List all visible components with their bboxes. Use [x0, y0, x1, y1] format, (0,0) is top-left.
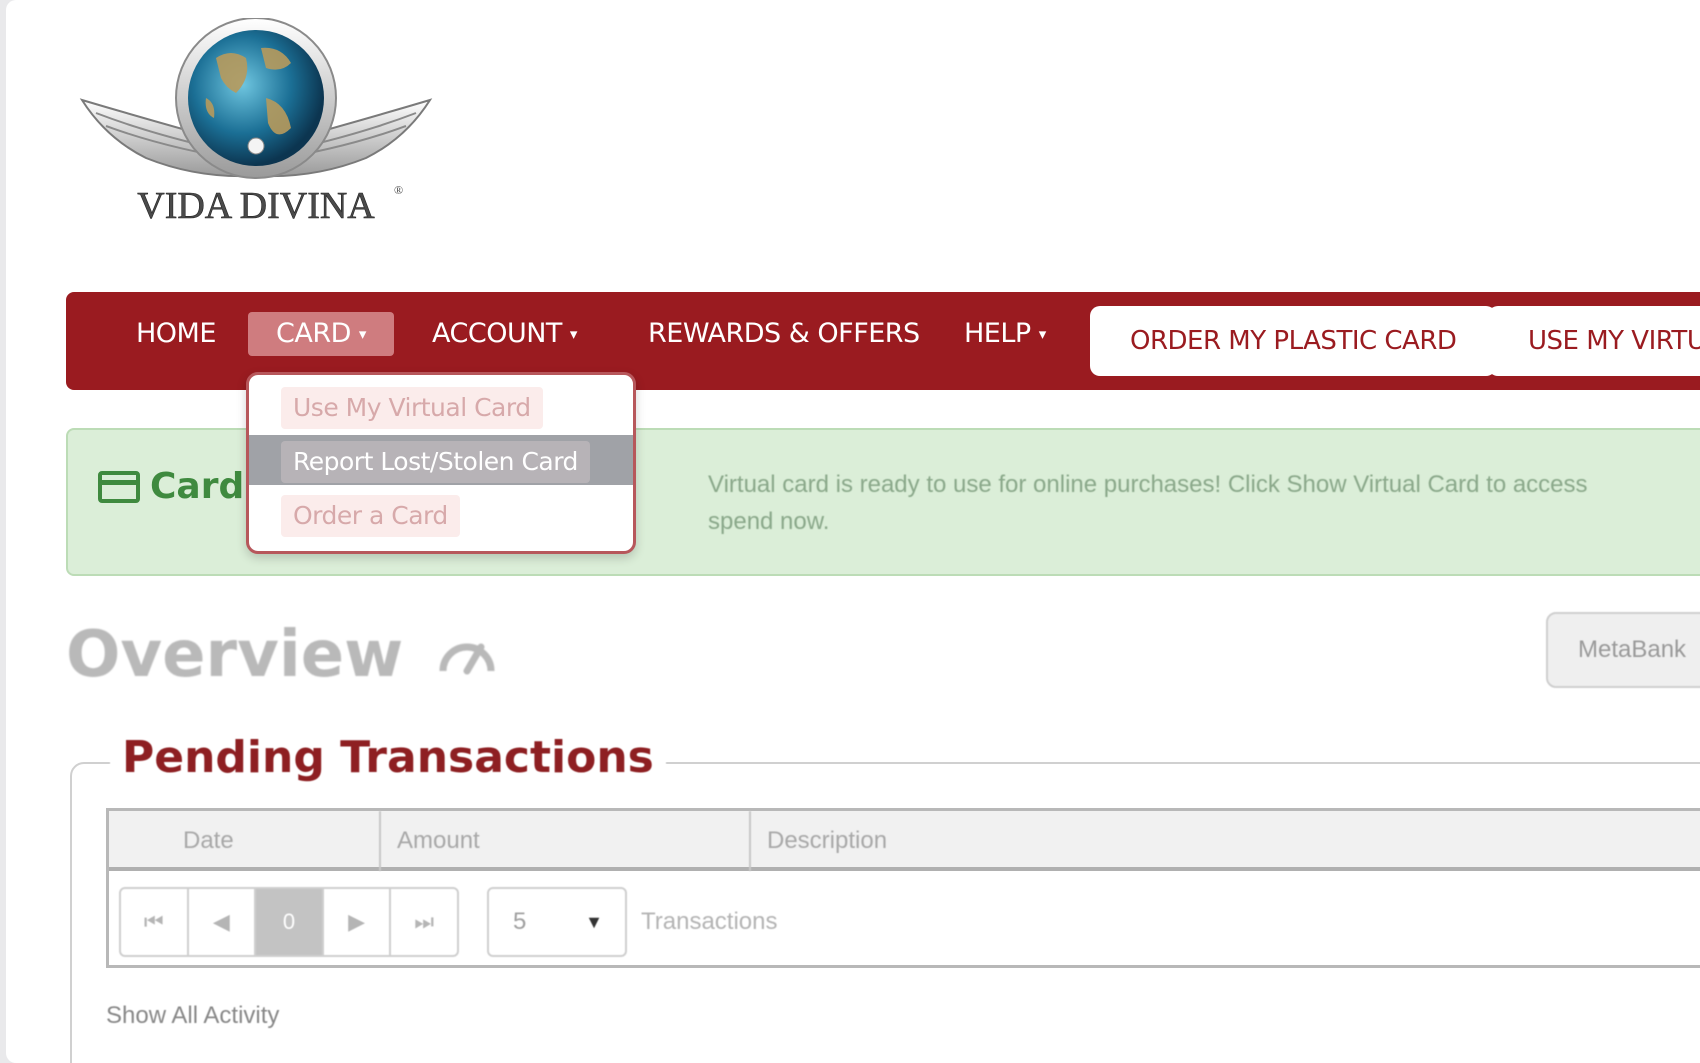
alert-message: Virtual card is ready to use for online … [708, 466, 1700, 540]
alert-title-label: Card [150, 466, 245, 507]
page-size-value: 5 [513, 908, 527, 935]
current-page[interactable]: 0 [256, 889, 324, 955]
page-size-select[interactable]: 5 ▼ [487, 887, 627, 957]
menu-item-label: Report Lost/Stolen Card [281, 441, 590, 483]
chevron-down-icon: ▾ [1038, 325, 1047, 343]
last-page-icon[interactable]: ⏭ [391, 889, 457, 955]
menu-item-label: Order a Card [281, 495, 460, 537]
nav-account-label: ACCOUNT [432, 318, 562, 349]
metabank-button[interactable]: MetaBank [1546, 612, 1700, 688]
table-pager: ⏮ ◀ 0 ▶ ⏭ [119, 887, 459, 957]
card-dropdown-menu: Use My Virtual Card Report Lost/Stolen C… [246, 372, 636, 554]
nav-help[interactable]: HELP ▾ [958, 312, 1052, 356]
nav-home-label: HOME [136, 318, 216, 349]
prev-page-icon[interactable]: ◀ [189, 889, 257, 955]
show-all-activity-link[interactable]: Show All Activity [106, 1002, 279, 1030]
nav-card-label: CARD [276, 318, 351, 349]
menu-item-order-card[interactable]: Order a Card [249, 489, 633, 539]
logo-wordmark: VIDA DIVINA [137, 185, 375, 227]
column-header-date[interactable]: Date [109, 811, 381, 871]
nav-rewards-label: REWARDS & OFFERS [648, 318, 920, 349]
dropdown-arrow-icon: ▼ [585, 912, 603, 932]
next-page-icon[interactable]: ▶ [324, 889, 392, 955]
chevron-down-icon: ▾ [569, 325, 578, 343]
nav-help-label: HELP [964, 318, 1031, 349]
credit-card-icon [98, 470, 140, 503]
table-header: Date Amount Description [109, 811, 1700, 871]
registered-mark: ® [394, 183, 403, 197]
page: VIDA DIVINA ® HOME CARD ▾ ACCOUNT ▾ REWARD… [6, 0, 1700, 1063]
alert-title: Card [98, 466, 244, 507]
nav-home[interactable]: HOME [130, 312, 222, 356]
gauge-icon [439, 643, 495, 675]
page-size-label: Transactions [641, 908, 778, 935]
alert-message-line2: spend now. [708, 508, 830, 535]
order-plastic-card-button[interactable]: ORDER MY PLASTIC CARD [1090, 306, 1497, 376]
pending-transactions-table: Date Amount Description ⏮ ◀ 0 ▶ ⏭ 5 ▼ Tr… [106, 808, 1700, 968]
vida-divina-logo[interactable]: VIDA DIVINA ® [76, 17, 436, 233]
nav-card[interactable]: CARD ▾ [248, 312, 394, 356]
chevron-down-icon: ▾ [358, 325, 367, 343]
menu-item-report-lost-stolen[interactable]: Report Lost/Stolen Card [249, 435, 633, 485]
menu-item-label: Use My Virtual Card [281, 387, 543, 429]
pending-transactions-title: Pending Transactions [110, 732, 666, 783]
page-title: Overview [66, 618, 404, 692]
column-header-description[interactable]: Description [751, 811, 1700, 871]
menu-item-use-virtual-card[interactable]: Use My Virtual Card [249, 381, 633, 431]
use-virtual-card-button[interactable]: USE MY VIRTUAL CARD [1488, 306, 1700, 376]
overview-heading: Overview [66, 618, 497, 692]
alert-message-line1: Virtual card is ready to use for online … [708, 471, 1588, 498]
nav-account[interactable]: ACCOUNT ▾ [426, 312, 583, 356]
column-header-amount[interactable]: Amount [381, 811, 751, 871]
first-page-icon[interactable]: ⏮ [121, 889, 189, 955]
logo-graphic: VIDA DIVINA ® [79, 17, 433, 227]
nav-rewards[interactable]: REWARDS & OFFERS [642, 312, 926, 356]
